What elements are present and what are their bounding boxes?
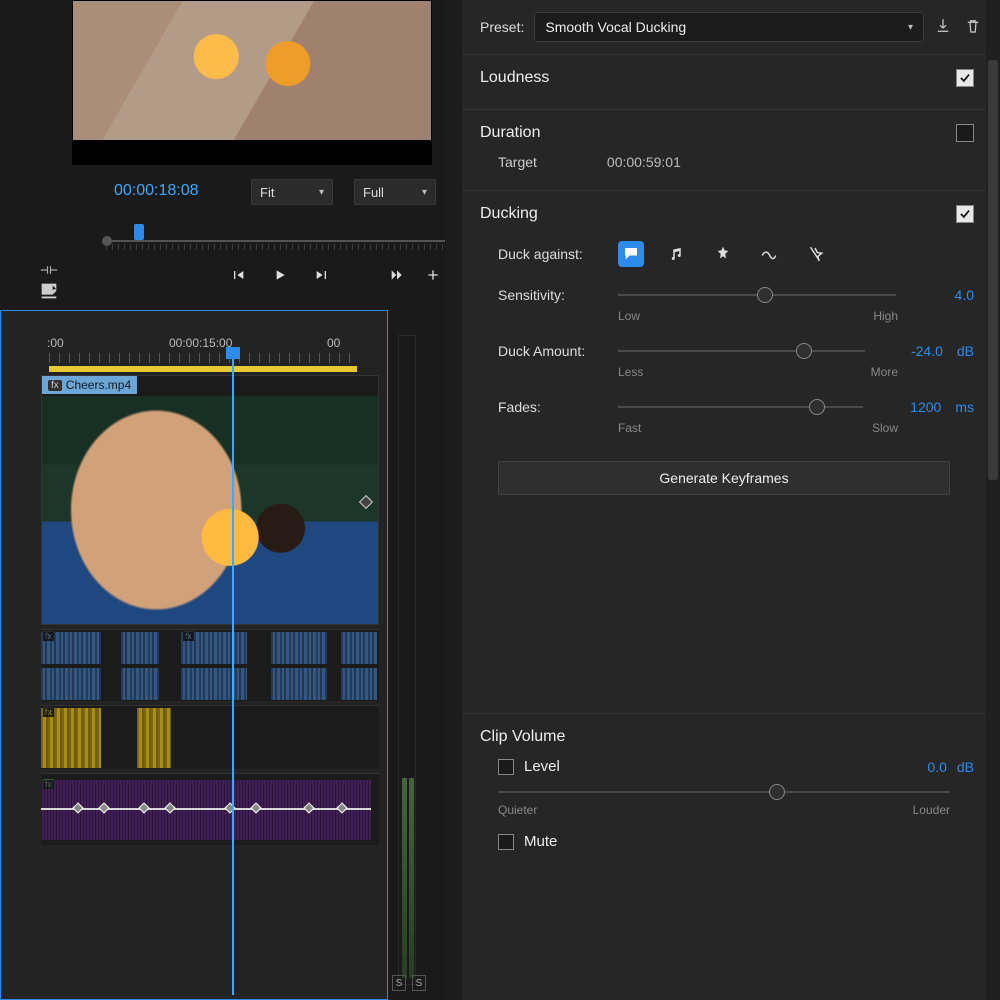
- panel-scrollbar[interactable]: [986, 0, 1000, 1000]
- save-preset-icon[interactable]: [934, 17, 952, 38]
- ruler-label: :00: [47, 336, 64, 350]
- level-value[interactable]: 0.0: [927, 759, 946, 775]
- resolution-value: Full: [363, 185, 384, 200]
- skip-forward-icon[interactable]: [382, 260, 412, 290]
- timeline-ruler[interactable]: :00 00:00:15:00 00: [1, 311, 387, 371]
- audio-track-2[interactable]: fx: [41, 705, 379, 769]
- fx-badge: fx: [48, 380, 62, 391]
- solo-left-button[interactable]: S: [392, 975, 406, 991]
- level-unit: dB: [957, 759, 974, 775]
- fades-lo: Fast: [618, 421, 641, 435]
- timeline-panel: :00 00:00:15:00 00 fx Cheers.mp4 fx fx: [0, 310, 388, 1000]
- ducking-title: Ducking: [480, 205, 538, 223]
- sensitivity-lo: Low: [618, 309, 640, 323]
- chevron-down-icon: ▾: [908, 22, 913, 33]
- duration-title: Duration: [480, 124, 540, 142]
- fades-label: Fades:: [498, 399, 606, 415]
- fades-slider[interactable]: [618, 397, 863, 417]
- level-label: Level: [524, 758, 560, 775]
- sensitivity-value[interactable]: 4.0: [908, 287, 974, 303]
- timeline-playhead[interactable]: [232, 355, 234, 995]
- preset-label: Preset:: [480, 19, 524, 35]
- zoom-select[interactable]: Fit ▾: [251, 179, 333, 205]
- amount-lo: Less: [618, 365, 643, 379]
- level-hi: Louder: [913, 803, 950, 817]
- audio-meter: [398, 335, 416, 985]
- scrub-in-point[interactable]: [102, 236, 112, 246]
- chevron-down-icon: ▾: [319, 187, 324, 198]
- scrub-track: [106, 240, 459, 242]
- ruler-label: 00: [327, 336, 340, 350]
- loudness-checkbox[interactable]: [956, 69, 974, 87]
- amount-hi: More: [871, 365, 898, 379]
- sensitivity-slider[interactable]: [618, 285, 896, 305]
- duck-music-icon[interactable]: [664, 241, 690, 267]
- video-track[interactable]: fx Cheers.mp4: [41, 375, 379, 625]
- generate-keyframes-button[interactable]: Generate Keyframes: [498, 461, 950, 495]
- audio-track-3[interactable]: fx: [41, 773, 379, 845]
- add-button[interactable]: [418, 260, 448, 290]
- mute-label: Mute: [524, 833, 557, 850]
- scrub-ticks: [106, 244, 459, 250]
- clip-volume-title: Clip Volume: [480, 728, 565, 746]
- target-label: Target: [498, 154, 537, 170]
- delete-preset-icon[interactable]: [964, 17, 982, 38]
- preset-value: Smooth Vocal Ducking: [545, 19, 686, 35]
- ruler-label: 00:00:15:00: [169, 336, 232, 350]
- duck-amount-slider[interactable]: [618, 341, 865, 361]
- duration-checkbox[interactable]: [956, 124, 974, 142]
- ruler-ticks: [49, 353, 357, 363]
- resolution-select[interactable]: Full ▾: [354, 179, 436, 205]
- duck-against-label: Duck against:: [498, 246, 606, 262]
- loudness-title: Loudness: [480, 69, 549, 87]
- duck-amount-unit: dB: [957, 343, 974, 359]
- clip-name: Cheers.mp4: [66, 378, 131, 392]
- timecode[interactable]: 00:00:18:08: [114, 182, 199, 200]
- video-clip-label[interactable]: fx Cheers.mp4: [42, 376, 137, 394]
- play-button[interactable]: [265, 260, 295, 290]
- level-slider[interactable]: [498, 783, 950, 801]
- export-frame-icon[interactable]: [38, 280, 60, 302]
- step-forward-button[interactable]: [307, 260, 337, 290]
- transport-controls: [156, 260, 456, 290]
- duck-amount-label: Duck Amount:: [498, 343, 606, 359]
- monitor-video-thumb: [73, 1, 431, 140]
- level-lo: Quieter: [498, 803, 537, 817]
- ducking-checkbox[interactable]: [956, 205, 974, 223]
- solo-buttons: S S: [392, 975, 426, 991]
- duck-unassigned-icon[interactable]: [802, 241, 828, 267]
- audio-track-1[interactable]: fx fx: [41, 629, 379, 701]
- fades-unit: ms: [955, 399, 974, 415]
- fades-value[interactable]: 1200: [875, 399, 941, 415]
- panel-divider[interactable]: [445, 0, 462, 1000]
- step-back-button[interactable]: [223, 260, 253, 290]
- insert-icon[interactable]: [40, 262, 58, 278]
- chevron-down-icon: ▾: [422, 187, 427, 198]
- sensitivity-hi: High: [873, 309, 898, 323]
- preset-select[interactable]: Smooth Vocal Ducking ▾: [534, 12, 924, 42]
- duck-amount-value[interactable]: -24.0: [877, 343, 943, 359]
- program-monitor: 00:00:18:08 Fit ▾ Full ▾: [26, 0, 442, 300]
- zoom-value: Fit: [260, 185, 274, 200]
- duck-dialogue-icon[interactable]: [618, 241, 644, 267]
- playhead-marker[interactable]: [134, 224, 144, 240]
- duck-ambience-icon[interactable]: [756, 241, 782, 267]
- target-value[interactable]: 00:00:59:01: [607, 154, 681, 170]
- mute-checkbox[interactable]: [498, 834, 514, 850]
- scrub-bar[interactable]: [106, 220, 459, 248]
- work-area-bar[interactable]: [49, 366, 357, 372]
- monitor-frame: [72, 0, 432, 165]
- level-checkbox[interactable]: [498, 759, 514, 775]
- duck-sfx-icon[interactable]: [710, 241, 736, 267]
- solo-right-button[interactable]: S: [412, 975, 426, 991]
- scrollbar-thumb[interactable]: [988, 60, 998, 480]
- essential-sound-panel: Preset: Smooth Vocal Ducking ▾ Loudness …: [462, 0, 1000, 1000]
- sensitivity-label: Sensitivity:: [498, 287, 606, 303]
- video-clip-thumb: [42, 396, 378, 624]
- fades-hi: Slow: [872, 421, 898, 435]
